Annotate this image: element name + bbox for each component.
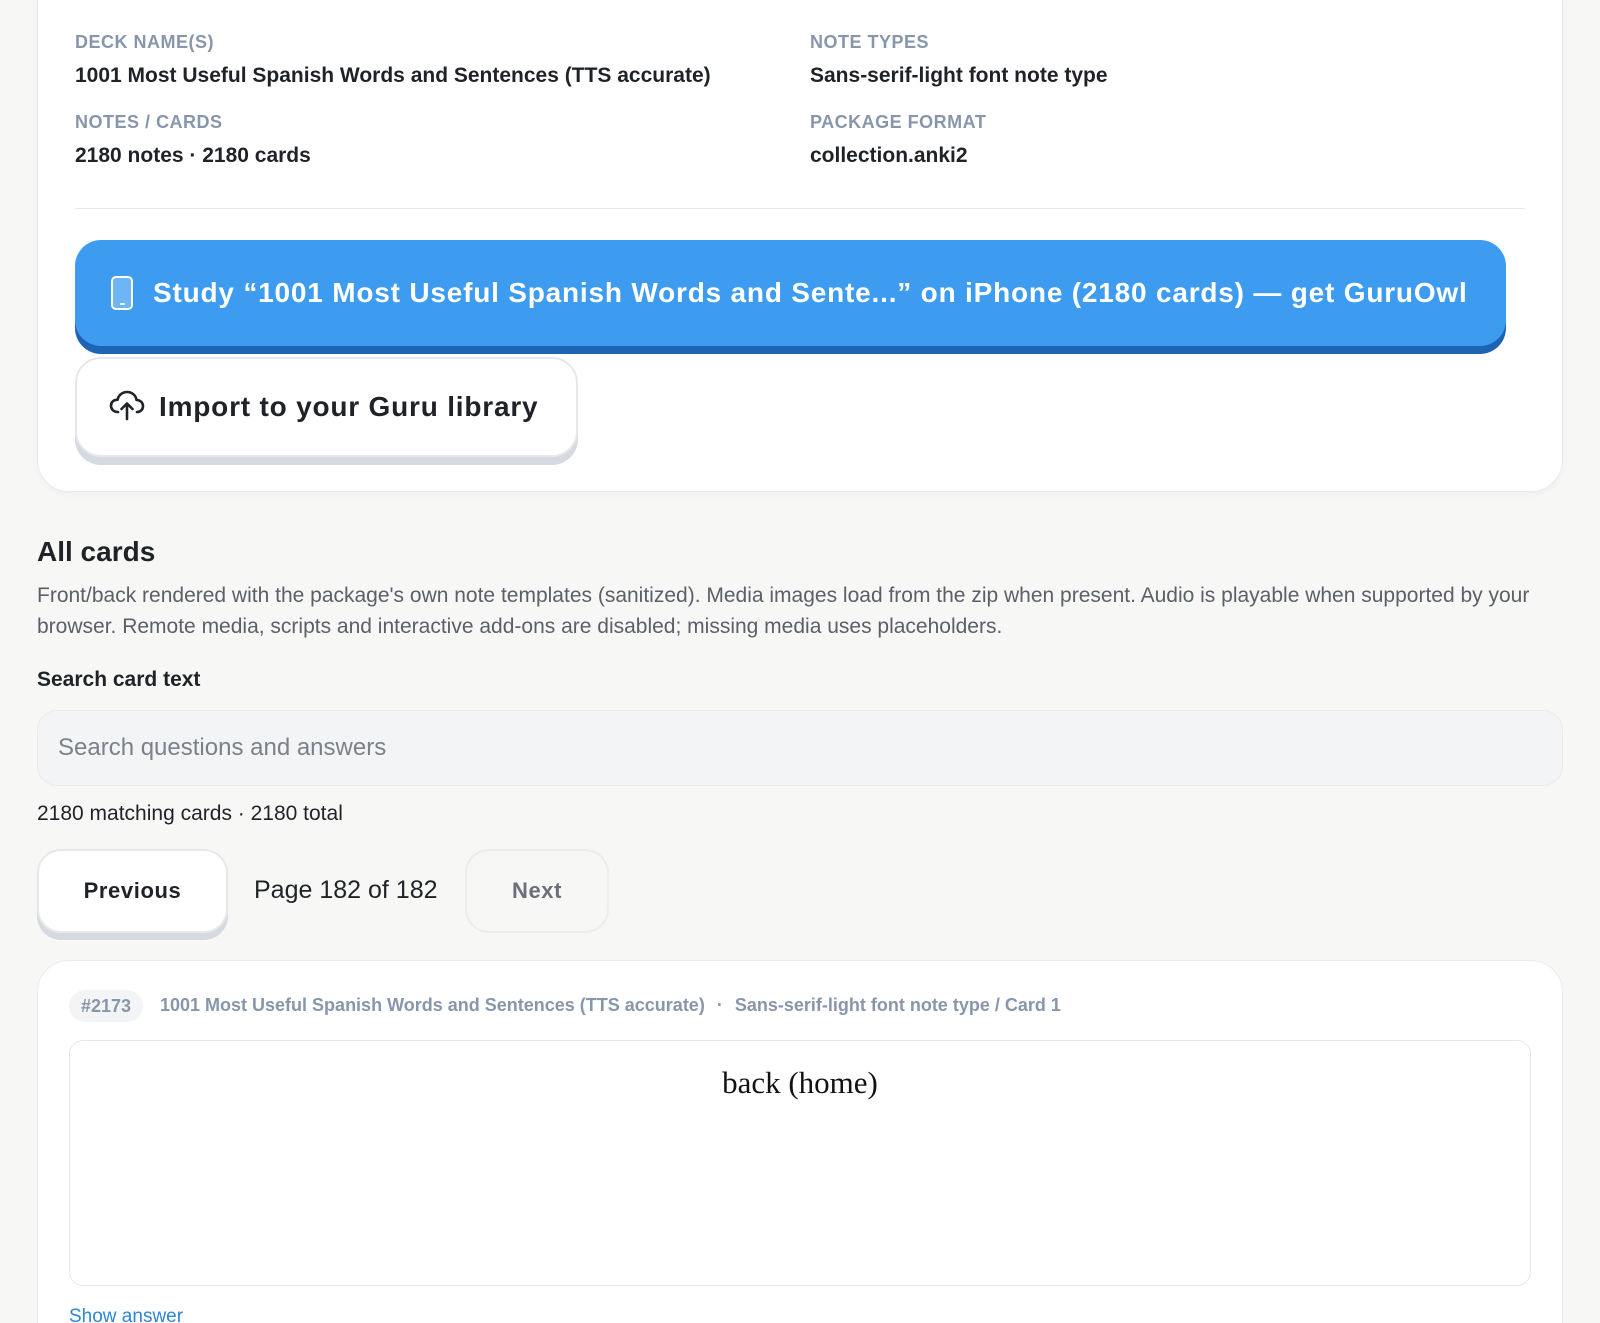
notes-cards-label: NOTES / CARDS (75, 112, 223, 132)
search-label: Search card text (37, 668, 201, 691)
next-page-button[interactable]: Next (465, 849, 609, 933)
study-on-iphone-button[interactable]: Study “1001 Most Useful Spanish Words an… (75, 240, 1506, 346)
study-button-label: Study “1001 Most Useful Spanish Words an… (153, 277, 1468, 308)
all-cards-description: Front/back rendered with the package's o… (37, 584, 1530, 638)
card-meta-separator: · (716, 995, 723, 1015)
card-note-type: Sans-serif-light font note type / Card 1 (734, 995, 1061, 1015)
phone-icon (111, 276, 133, 310)
card-meta: 1001 Most Useful Spanish Words and Sente… (160, 995, 1061, 1016)
page: DECK NAME(S) 1001 Most Useful Spanish Wo… (0, 0, 1600, 1323)
card-id-badge: #2173 (69, 990, 144, 1022)
card-deck-name: 1001 Most Useful Spanish Words and Sente… (160, 995, 705, 1015)
previous-page-button[interactable]: Previous (37, 849, 228, 933)
match-count: 2180 matching cards · 2180 total (37, 802, 343, 825)
notes-cards-value: 2180 notes · 2180 cards (75, 144, 311, 167)
card-front-face: back (home) (69, 1040, 1531, 1286)
summary-divider (75, 208, 1525, 209)
show-answer-link[interactable]: Show answer (69, 1306, 183, 1323)
note-types-value: Sans-serif-light font note type (810, 64, 1108, 87)
package-format-value: collection.anki2 (810, 144, 968, 167)
all-cards-title: All cards (37, 536, 156, 567)
import-to-library-button[interactable]: Import to your Guru library (75, 357, 578, 457)
package-format-label: PACKAGE FORMAT (810, 112, 987, 132)
card-front-text: back (home) (722, 1065, 878, 1100)
page-indicator: Page 182 of 182 (254, 876, 438, 904)
import-button-label: Import to your Guru library (159, 391, 539, 422)
deck-names-value: 1001 Most Useful Spanish Words and Sente… (75, 64, 711, 87)
deck-names-label: DECK NAME(S) (75, 32, 214, 52)
cloud-upload-icon (109, 389, 145, 426)
note-types-label: NOTE TYPES (810, 32, 930, 52)
search-input[interactable] (37, 710, 1563, 786)
